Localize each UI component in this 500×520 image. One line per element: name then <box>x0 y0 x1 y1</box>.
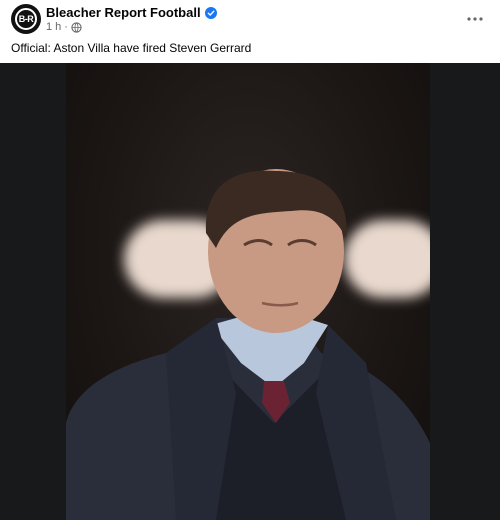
photo-subject-illustration <box>66 169 430 520</box>
page-avatar[interactable]: B-R <box>11 4 41 34</box>
page-name-text: Bleacher Report Football <box>46 5 201 20</box>
post-media[interactable] <box>0 63 500 520</box>
more-options-icon <box>467 17 483 21</box>
more-options-button[interactable] <box>464 8 486 30</box>
verified-badge-icon <box>204 6 217 19</box>
post-header: B-R Bleacher Report Football 1 h · <box>0 0 500 40</box>
post-timestamp[interactable]: 1 h <box>46 21 61 33</box>
meta-separator: · <box>64 21 68 33</box>
globe-icon[interactable] <box>71 21 82 33</box>
post-caption: Official: Aston Villa have fired Steven … <box>11 41 252 55</box>
avatar-logo: B-R <box>15 8 37 30</box>
post-photo[interactable] <box>66 63 430 520</box>
page-name-link[interactable]: Bleacher Report Football <box>46 5 217 20</box>
post-meta: 1 h · <box>46 21 82 33</box>
facebook-post: B-R Bleacher Report Football 1 h · Offic… <box>0 0 500 520</box>
